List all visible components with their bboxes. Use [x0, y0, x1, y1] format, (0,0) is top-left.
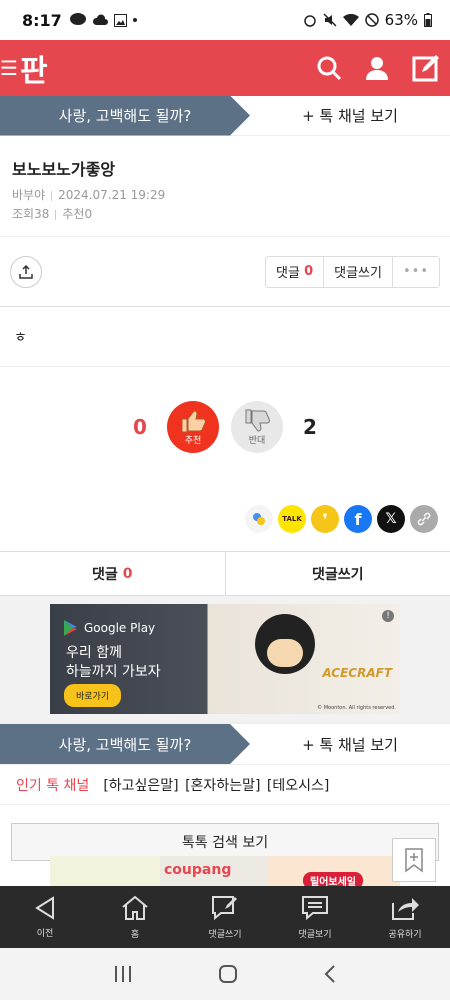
nav-view-comment[interactable]: 댓글보기	[270, 886, 360, 948]
write-comment-button[interactable]: 댓글쓰기	[324, 256, 393, 287]
post-action-row: 댓글 0 댓글쓰기 •••	[0, 237, 450, 307]
popular-channels: 인기 톡 채널 [하고싶은말] [혼자하는말] [테오시스]	[0, 765, 450, 805]
recent-apps-icon[interactable]	[113, 965, 133, 983]
facebook-share-icon[interactable]: f	[344, 505, 372, 533]
upvote-count: 0	[133, 415, 147, 439]
ad-mascot-image	[255, 614, 315, 674]
system-nav-bar	[0, 948, 450, 1000]
ad-container: Google Play 우리 함께 하늘까지 가보자 바로가기 ACECRAFT…	[0, 596, 450, 723]
link-copy-icon[interactable]	[410, 505, 438, 533]
comment-button-group: 댓글 0 댓글쓰기 •••	[265, 255, 440, 288]
post-recommends: 추천0	[62, 207, 93, 221]
system-back-icon[interactable]	[323, 964, 337, 984]
battery-percent: 63%	[384, 11, 418, 29]
nav-share[interactable]: 공유하기	[360, 886, 450, 948]
kakaostory-share-icon[interactable]: ❜	[311, 505, 339, 533]
popular-tag[interactable]: [혼자하는말]	[185, 778, 260, 794]
band-share-icon[interactable]	[245, 505, 273, 533]
view-comment-icon	[302, 895, 328, 920]
channel-more-link-bottom[interactable]: + 톡 채널 보기	[250, 734, 450, 755]
post-author: 바부야	[12, 188, 46, 202]
comments-count: 0	[122, 565, 133, 582]
vote-section: 0 추천 반대 2	[0, 367, 450, 487]
cloud-icon	[92, 14, 108, 25]
comment-count: 0	[304, 264, 314, 279]
talk-icon	[69, 13, 86, 25]
product-image: 릴어보세일	[267, 856, 400, 886]
pann-logo[interactable]: ☰ 판	[0, 46, 48, 90]
home-button-icon[interactable]	[218, 964, 238, 984]
view-comments-tab[interactable]: 댓글 0	[0, 552, 226, 595]
app-header: ☰ 판	[0, 40, 450, 96]
ad-copyright: © Moonton. All rights reserved.	[317, 705, 396, 711]
ad-banner[interactable]: Google Play 우리 함께 하늘까지 가보자 바로가기 ACECRAFT…	[50, 604, 400, 714]
popular-label: 인기 톡 채널	[16, 777, 90, 794]
mute-icon	[323, 13, 337, 27]
bookmark-plus-icon	[405, 848, 423, 873]
google-play-icon	[64, 620, 77, 636]
wifi-icon	[342, 13, 359, 26]
home-icon	[122, 895, 148, 920]
ad-cta-button[interactable]: 바로가기	[64, 684, 122, 707]
ad-brand-logo: ACECRAFT	[322, 666, 392, 680]
back-icon	[35, 895, 54, 920]
write-comment-icon	[212, 895, 237, 920]
share-icon	[392, 897, 419, 920]
battery-icon	[424, 13, 432, 27]
google-play-label: Google Play	[64, 620, 155, 636]
user-icon[interactable]	[364, 55, 390, 81]
recommend-button[interactable]: 추천	[167, 401, 219, 453]
more-options-button[interactable]: •••	[393, 257, 439, 287]
write-comment-tab[interactable]: 댓글쓰기	[226, 552, 450, 595]
post-meta: 바부야 2024.07.21 19:29 조회38 추천0	[12, 186, 438, 224]
status-bar: 8:17 63%	[0, 0, 450, 40]
kakaotalk-share-icon[interactable]: TALK	[278, 505, 306, 533]
dnd-icon	[364, 13, 379, 27]
product-image	[50, 856, 160, 886]
post-title: 보노보노가좋앙	[12, 160, 116, 179]
channel-more-link[interactable]: + 톡 채널 보기	[250, 105, 450, 126]
nav-back[interactable]: 이전	[0, 886, 90, 948]
alarm-icon	[303, 15, 316, 27]
channel-name[interactable]: 사랑, 고백해도 될까?	[0, 95, 250, 136]
nav-home[interactable]: 홈	[90, 886, 180, 948]
ad-copy: 우리 함께 하늘까지 가보자	[66, 645, 161, 680]
logo-text: 판	[19, 54, 48, 89]
edit-icon[interactable]	[412, 54, 440, 82]
more-notifications-dot	[132, 18, 137, 22]
sale-badge: 릴어보세일	[303, 872, 363, 886]
post-header: 보노보노가좋앙 바부야 2024.07.21 19:29 조회38 추천0	[0, 136, 450, 237]
oppose-button[interactable]: 반대	[231, 401, 283, 453]
downvote-count: 2	[303, 415, 317, 439]
menu-icon[interactable]: ☰	[0, 56, 18, 80]
thumbs-down-icon	[245, 409, 270, 432]
x-share-icon[interactable]: 𝕏	[377, 505, 405, 533]
bottom-nav: 이전 홈 댓글쓰기 댓글보기 공유하기	[0, 886, 450, 948]
post-body: ㅎ	[0, 307, 450, 367]
notification-icons	[69, 13, 137, 27]
share-button[interactable]	[10, 255, 42, 288]
ad-info-icon[interactable]: !	[382, 610, 394, 622]
search-icon[interactable]	[316, 55, 342, 81]
bookmark-add-button[interactable]	[392, 838, 436, 882]
image-icon	[113, 13, 127, 27]
system-status: 63%	[303, 11, 432, 29]
comment-bar: 댓글 0 댓글쓰기	[0, 552, 450, 596]
popular-tag[interactable]: [테오시스]	[267, 778, 329, 794]
nav-write-comment[interactable]: 댓글쓰기	[180, 886, 270, 948]
thumbs-up-icon	[181, 409, 206, 432]
popular-tag[interactable]: [하고싶은말]	[103, 778, 178, 794]
channel-name-bottom[interactable]: 사랑, 고백해도 될까?	[0, 724, 250, 764]
channel-bar: 사랑, 고백해도 될까? + 톡 채널 보기	[0, 95, 450, 136]
share-icons-row: TALK ❜ f 𝕏	[0, 487, 450, 552]
comments-button[interactable]: 댓글 0	[266, 256, 325, 287]
upload-icon	[19, 264, 33, 279]
channel-bar-bottom: 사랑, 고백해도 될까? + 톡 채널 보기	[0, 723, 450, 765]
post-views: 조회38	[12, 207, 50, 221]
coupang-logo: coupang	[160, 856, 267, 886]
status-time: 8:17	[22, 10, 62, 30]
post-date: 2024.07.21 19:29	[58, 188, 166, 202]
product-ad-strip[interactable]: coupang 릴어보세일	[0, 856, 450, 886]
